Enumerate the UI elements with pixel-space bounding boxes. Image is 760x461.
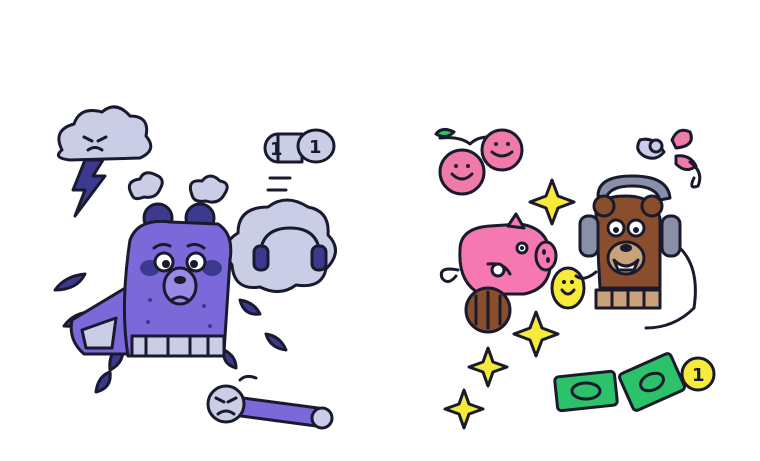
coin-label: 1: [270, 139, 283, 160]
illustration-canvas: 1 1 1: [53, 105, 716, 430]
thought-bubble: [224, 198, 337, 293]
angry-bat-icon: [206, 374, 334, 430]
cherries-icon: [434, 127, 524, 196]
steam-puffs: [127, 171, 229, 204]
cash-icon: 1: [553, 352, 716, 413]
coin-stack-icon: 1 1: [263, 128, 336, 192]
lightning-icon: [71, 158, 107, 218]
sad-scene: 1 1: [53, 105, 337, 430]
brown-ball-icon: [464, 286, 512, 334]
coin-label: 1: [309, 137, 322, 158]
happy-scene: 1: [434, 127, 716, 430]
storm-cloud-icon: [56, 105, 153, 162]
happy-bear: [574, 174, 697, 330]
coin-label: 1: [692, 365, 705, 386]
gold-coin-icon: [550, 266, 586, 310]
pig-icon: [439, 212, 558, 296]
sad-bear: [122, 202, 233, 358]
